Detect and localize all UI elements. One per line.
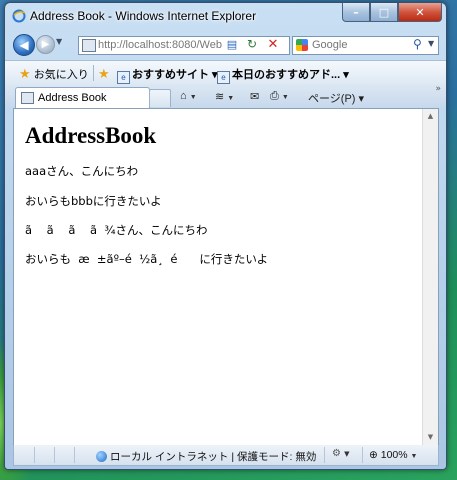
- page-content: AddressBook aaaさん、こんにちわ おいらもbbbに行きたいよ ã …: [13, 108, 439, 446]
- add-to-favorites-bar-button[interactable]: ★: [98, 66, 110, 82]
- intranet-globe-icon: [96, 451, 107, 462]
- search-bar: ⚲ ▼: [292, 36, 439, 55]
- status-divider: [324, 447, 325, 463]
- favorites-star-icon: ★: [19, 66, 31, 81]
- garbled-greeting-line: ã ã ã ã ¾さん、こんにちわ: [25, 223, 208, 237]
- status-divider: [54, 447, 55, 463]
- address-bar: ▤ ↻ ✕: [78, 36, 290, 55]
- history-dropdown-icon[interactable]: ▼: [56, 37, 62, 46]
- mail-icon: ✉: [250, 91, 260, 103]
- google-logo-icon: [296, 39, 308, 51]
- ie-page-icon: e: [217, 71, 230, 84]
- favorites-label: お気に入り: [33, 69, 89, 81]
- feeds-dropdown-icon: ▼: [227, 95, 235, 102]
- page-favicon-icon: [82, 39, 96, 52]
- address-row: ◀ ▶ ▼ ▤ ↻ ✕ ⚲ ▼: [5, 29, 446, 59]
- home-icon: ⌂: [180, 90, 187, 102]
- favorites-bar-item-recommended-sites[interactable]: e おすすめサイト ▾: [117, 66, 218, 84]
- close-icon: ✕: [415, 5, 425, 19]
- browser-window: Address Book - Windows Internet Explorer…: [4, 2, 447, 470]
- back-arrow-icon: ◀: [19, 38, 29, 52]
- tab-address-book[interactable]: Address Book: [15, 87, 150, 108]
- maximize-button[interactable]: □: [370, 3, 398, 22]
- feeds-button[interactable]: ≋ ▼: [215, 90, 234, 103]
- security-settings-icon[interactable]: ⚙ ▼: [332, 448, 350, 459]
- search-icon[interactable]: ⚲: [413, 37, 425, 52]
- status-divider: [34, 447, 35, 463]
- feeds-icon: ≋: [215, 91, 225, 103]
- zoom-dropdown-icon: ▼: [410, 453, 418, 460]
- favorites-button[interactable]: ★ お気に入り: [19, 66, 89, 82]
- status-divider: [74, 447, 75, 463]
- greeting-line: aaaさん、こんにちわ: [25, 164, 139, 178]
- window-title: Address Book - Windows Internet Explorer: [30, 9, 257, 23]
- favorites-separator: [93, 65, 94, 81]
- title-bar[interactable]: Address Book - Windows Internet Explorer…: [5, 3, 446, 29]
- new-tab-button[interactable]: [149, 89, 171, 107]
- stop-icon[interactable]: ✕: [265, 37, 281, 52]
- status-divider: [362, 447, 363, 463]
- home-dropdown-icon: ▼: [189, 94, 197, 101]
- favorites-bar-item-todays-addons[interactable]: e 本日のおすすめアド... ▾: [217, 66, 349, 84]
- add-favorite-icon: ★: [98, 66, 110, 81]
- page-menu-button[interactable]: ページ(P) ▾: [308, 90, 364, 106]
- favorites-bar-item-label: 本日のおすすめアド... ▾: [232, 69, 349, 81]
- security-zone[interactable]: ローカル イントラネット | 保護モード: 無効: [96, 449, 316, 464]
- mail-button[interactable]: ✉: [250, 90, 259, 103]
- print-icon: ⎙: [270, 90, 279, 102]
- page-favicon-icon: [21, 92, 34, 104]
- favorites-bar-item-label: おすすめサイト ▾: [132, 69, 218, 81]
- minimize-button[interactable]: –: [342, 3, 370, 22]
- refresh-icon[interactable]: ↻: [244, 37, 260, 52]
- ie-icon: [12, 9, 26, 23]
- forward-arrow-icon: ▶: [41, 39, 50, 50]
- overflow-chevron-icon[interactable]: »: [435, 84, 441, 94]
- zoom-icon: ⊕: [369, 449, 378, 461]
- page-title: AddressBook: [25, 123, 157, 148]
- zone-label: ローカル イントラネット | 保護モード: 無効: [110, 451, 317, 463]
- caption-buttons: – □ ✕: [342, 3, 442, 22]
- zoom-level: 100%: [380, 449, 408, 461]
- tab-row: Address Book ⌂ ▼ ≋ ▼ ✉ ⎙ ▼ ページ(P) ▾ »: [5, 84, 446, 108]
- message-line: おいらもbbbに行きたいよ: [25, 194, 162, 208]
- security-dropdown-icon: ▼: [344, 450, 350, 458]
- search-input[interactable]: [312, 37, 402, 52]
- minimize-icon: –: [353, 5, 359, 19]
- status-bar: ローカル イントラネット | 保護モード: 無効 ⚙ ▼ ⊕ 100% ▼: [13, 445, 439, 466]
- zoom-control[interactable]: ⊕ 100% ▼: [369, 449, 417, 461]
- print-button[interactable]: ⎙ ▼: [270, 90, 289, 103]
- forward-button[interactable]: ▶: [36, 35, 55, 54]
- home-button[interactable]: ⌂ ▼: [180, 90, 197, 102]
- close-button[interactable]: ✕: [398, 3, 442, 22]
- ie-page-icon: e: [117, 71, 130, 84]
- print-dropdown-icon: ▼: [281, 94, 289, 101]
- compatibility-view-icon[interactable]: ▤: [225, 38, 239, 52]
- tab-label: Address Book: [38, 92, 107, 104]
- back-button[interactable]: ◀: [13, 34, 35, 56]
- maximize-icon: □: [378, 5, 390, 19]
- garbled-message-line: おいらも æ ±ãº–é ½ã¸ é に行きたいよ: [25, 252, 269, 266]
- favorites-bar: ★ お気に入り ★ e おすすめサイト ▾ e 本日のおすすめアド... ▾: [5, 60, 446, 86]
- address-input[interactable]: [98, 37, 223, 52]
- scroll-up-icon[interactable]: ▲: [423, 109, 438, 124]
- vertical-scrollbar[interactable]: ▲ ▼: [422, 109, 438, 445]
- scroll-down-icon[interactable]: ▼: [423, 430, 438, 445]
- search-options-dropdown-icon[interactable]: ▼: [428, 39, 434, 48]
